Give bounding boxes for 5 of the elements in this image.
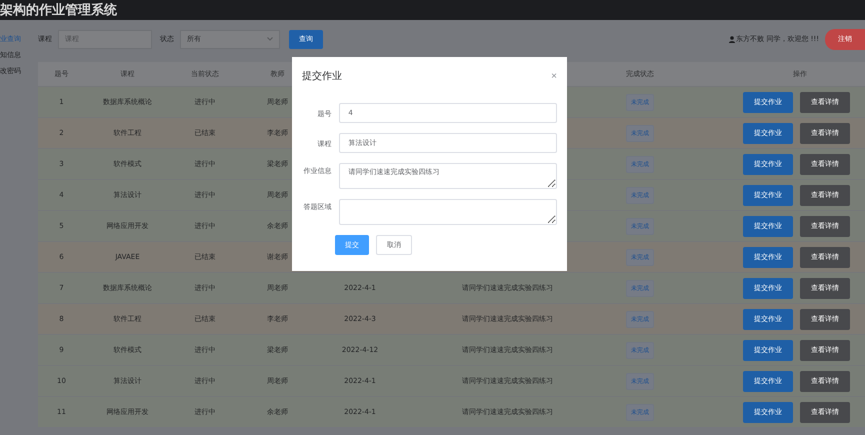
app-title: 架构的作业管理系统 [0, 2, 117, 19]
text-area[interactable] [339, 199, 557, 225]
user-icon [729, 36, 736, 42]
dialog-title: 提交作业 [302, 70, 342, 83]
caret-icon [267, 37, 273, 41]
